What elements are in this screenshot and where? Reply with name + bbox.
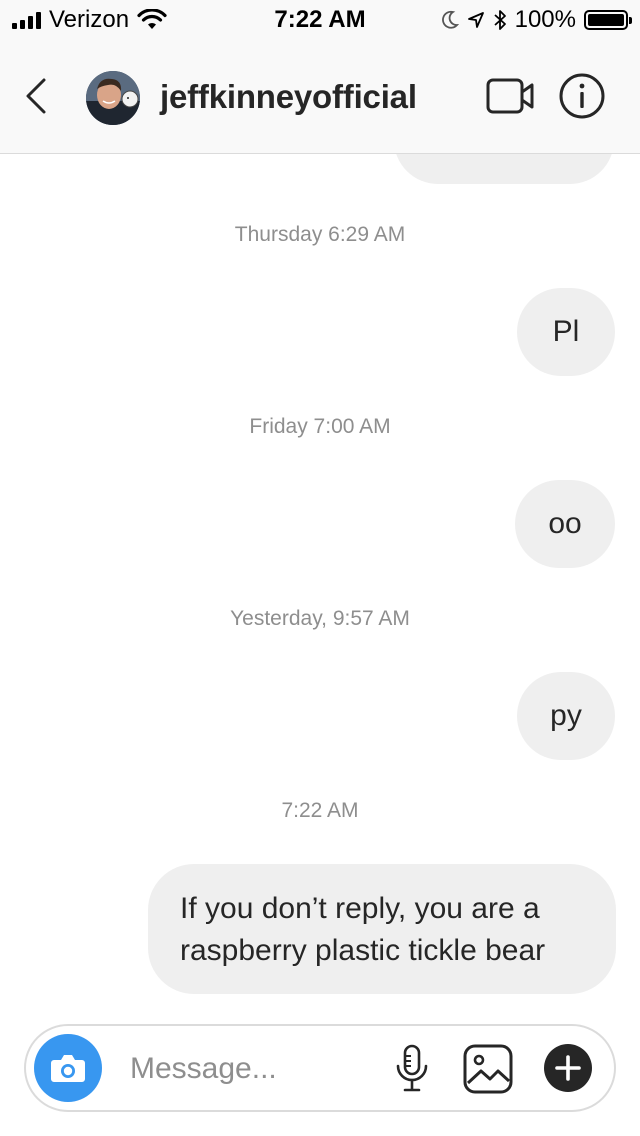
signal-strength-icon [12,11,41,29]
microphone-button[interactable] [394,1044,430,1094]
status-right: 100% [441,6,632,34]
outgoing-message-bubble[interactable]: If you don’t reply, you are a raspberry … [148,864,616,994]
carrier-label: Verizon [49,6,130,33]
camera-button[interactable] [34,1034,102,1102]
plus-icon [544,1044,592,1092]
camera-icon [51,1055,85,1082]
bluetooth-icon [494,10,506,30]
location-arrow-icon [467,12,484,28]
username[interactable]: jeffkinneyofficial [160,78,417,116]
avatar[interactable] [86,71,140,125]
message-timestamp: Thursday 6:29 AM [234,223,406,246]
message-timestamp: Yesterday, 9:57 AM [230,607,410,630]
message-thread[interactable]: Thursday 6:29 AM Pl Friday 7:00 AM oo Ye… [0,154,640,1020]
outgoing-message-bubble[interactable]: oo [515,480,615,568]
message-bubble-partial[interactable] [394,154,614,184]
moon-icon [441,10,459,29]
gallery-button[interactable] [462,1043,514,1095]
info-button[interactable] [558,72,606,120]
message-composer [24,1024,616,1112]
message-input[interactable] [128,1044,382,1094]
info-icon [559,73,605,119]
battery-icon [584,10,632,30]
outgoing-message-bubble[interactable]: Pl [517,288,615,376]
message-timestamp: Friday 7:00 AM [249,415,391,438]
outgoing-message-bubble[interactable]: py [517,672,615,760]
wifi-icon [137,9,167,29]
gallery-icon [463,1044,513,1094]
conversation-header: jeffkinneyofficial [0,40,640,154]
status-bar: Verizon 7:22 AM 100% [0,0,640,40]
status-left: Verizon [12,6,167,34]
microphone-icon [396,1044,428,1092]
video-call-button[interactable] [486,76,536,116]
back-chevron-icon [26,78,46,114]
more-options-button[interactable] [544,1044,592,1092]
battery-percent: 100% [514,6,576,33]
profile-avatar-image [86,71,140,125]
message-timestamp: 7:22 AM [281,799,359,822]
video-camera-icon [486,78,534,114]
message-text-line: raspberry plastic tickle bear [180,934,546,967]
message-text-line: If you don’t reply, you are a [180,892,540,925]
back-button[interactable] [18,74,54,118]
